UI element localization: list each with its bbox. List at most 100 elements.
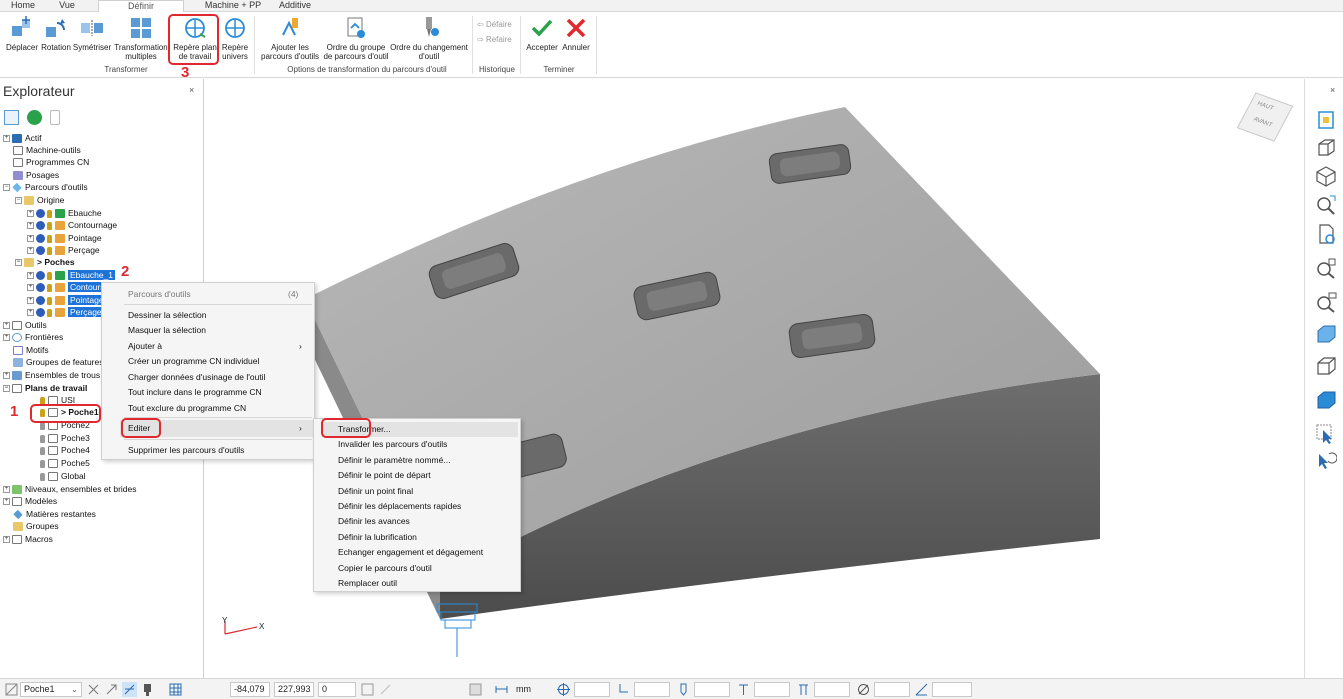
layers-icon[interactable] <box>1315 109 1337 131</box>
tree-view-icon[interactable] <box>4 110 19 125</box>
zoom-fit-icon[interactable] <box>1315 193 1337 215</box>
group-order-button[interactable]: Ordre du groupe de parcours d'outil <box>322 15 390 61</box>
tree-item-poche4[interactable]: Poche4 <box>40 445 90 457</box>
add-toolpaths-button[interactable]: Ajouter les parcours d'outils <box>258 15 322 61</box>
cancel-button[interactable]: Annuler <box>560 15 592 52</box>
tree-item-poche3[interactable]: Poche3 <box>40 433 90 445</box>
submenu-item-parametre-nomme[interactable]: Définir le paramètre nommé... <box>338 454 450 467</box>
relative-coord-icon[interactable] <box>378 682 393 697</box>
tree-item-origine[interactable]: − Origine <box>15 195 64 207</box>
menu-item-ajouter[interactable]: Ajouter à <box>128 340 162 353</box>
rotation-button[interactable]: Rotation <box>40 15 72 52</box>
stepover-field[interactable] <box>814 682 850 697</box>
tree-item-ebauche[interactable]: + Ebauche <box>27 208 102 220</box>
select-rotate-icon[interactable] <box>1315 449 1337 471</box>
stepover-icon[interactable] <box>796 682 811 697</box>
zoom-icon[interactable] <box>1315 291 1337 313</box>
tree-item-macros[interactable]: + Macros <box>3 534 53 546</box>
undo-button[interactable]: ⇦ Défaire <box>477 20 512 29</box>
coord-y-field[interactable]: 227,993 <box>274 682 314 697</box>
depth-field[interactable] <box>754 682 790 697</box>
tab-machine-pp[interactable]: Machine + PP <box>204 0 262 12</box>
submenu-item-invalider[interactable]: Invalider les parcours d'outils <box>338 438 447 451</box>
submenu-item-echanger[interactable]: Echanger engagement et dégagement <box>338 546 483 559</box>
menu-item-tout-inclure[interactable]: Tout inclure dans le programme CN <box>128 386 262 399</box>
submenu-item-avances[interactable]: Définir les avances <box>338 515 410 528</box>
tree-item-contournage[interactable]: + Contournage <box>27 220 117 232</box>
tree-item-outils[interactable]: + Outils <box>3 320 47 332</box>
tree-item-global[interactable]: Global <box>40 471 86 483</box>
right-toolbar-close-icon[interactable]: × <box>1330 85 1335 95</box>
select-arrow-icon[interactable] <box>1315 423 1337 445</box>
tree-item-plans-travail[interactable]: − Plans de travail <box>3 383 87 395</box>
menu-item-dessiner[interactable]: Dessiner la sélection <box>128 309 206 322</box>
coord-x-field[interactable]: -84,079 <box>230 682 270 697</box>
tool-field[interactable] <box>694 682 730 697</box>
thickness-field[interactable] <box>634 682 670 697</box>
tab-additive[interactable]: Additive <box>272 0 318 12</box>
tolerance-field[interactable] <box>574 682 610 697</box>
redo-button[interactable]: ⇨ Refaire <box>477 35 512 44</box>
tab-home[interactable]: Home <box>4 0 42 12</box>
tool-holder-icon[interactable] <box>140 682 155 697</box>
grid-icon[interactable] <box>168 682 183 697</box>
multi-transform-button[interactable]: Transformation multiples <box>113 15 169 61</box>
box-wireframe-icon[interactable] <box>1315 137 1337 159</box>
submenu-item-point-final[interactable]: Définir un point final <box>338 485 413 498</box>
tree-item-programmes-cn[interactable]: Programmes CN <box>13 157 89 169</box>
tree-item-parcours-outils[interactable]: − Parcours d'outils <box>3 182 88 194</box>
world-frame-button[interactable]: Repère univers <box>219 15 251 61</box>
tree-item-ensembles-trous[interactable]: + Ensembles de trous <box>3 370 100 382</box>
explorer-close-icon[interactable]: × <box>189 85 194 95</box>
coord-z-field[interactable]: 0 <box>318 682 356 697</box>
menu-item-tout-exclure[interactable]: Tout exclure du programme CN <box>128 402 246 415</box>
tree-item-posages[interactable]: Posages <box>13 170 59 182</box>
lock-coord-icon[interactable] <box>360 682 375 697</box>
iso-view-icon[interactable] <box>1315 165 1337 187</box>
solid-cube-icon[interactable] <box>1315 389 1337 411</box>
zoom-window-icon[interactable] <box>1315 257 1337 279</box>
tab-vue[interactable]: Vue <box>52 0 82 12</box>
depth-icon[interactable] <box>736 682 751 697</box>
workplane-select[interactable]: Poche1 ⌄ <box>20 682 82 697</box>
document-refresh-icon[interactable] <box>1315 223 1337 245</box>
angle-icon[interactable] <box>914 682 929 697</box>
submenu-item-deplacements-rapides[interactable]: Définir les déplacements rapides <box>338 500 461 513</box>
tool-icon[interactable] <box>676 682 691 697</box>
tree-item-matieres-restantes[interactable]: Matières restantes <box>13 509 96 521</box>
tree-item-poche5[interactable]: Poche5 <box>40 458 90 470</box>
submenu-item-remplacer-outil[interactable]: Remplacer outil <box>338 577 397 590</box>
tool-change-order-button[interactable]: Ordre du changement d'outil <box>390 15 468 61</box>
axis-tool-icon[interactable] <box>86 682 101 697</box>
mirror-button[interactable]: Symétriser <box>72 15 112 52</box>
menu-item-charger-donnees[interactable]: Charger données d'usinage de l'outil <box>128 371 265 384</box>
tree-item-poches[interactable]: − > Poches <box>15 257 75 269</box>
tab-definir[interactable]: Définir <box>98 0 184 12</box>
tree-item-groupes-features[interactable]: Groupes de features <box>13 357 104 369</box>
snap-icon[interactable] <box>104 682 119 697</box>
menu-item-creer-programme[interactable]: Créer un programme CN individuel <box>128 355 259 368</box>
tree-item-niveaux[interactable]: + Niveaux, ensembles et brides <box>3 484 137 496</box>
grid-snap-icon[interactable] <box>122 682 137 697</box>
shaded-cube-icon[interactable] <box>1315 323 1337 345</box>
submenu-item-point-depart[interactable]: Définir le point de départ <box>338 469 431 482</box>
trash-icon[interactable] <box>50 110 61 125</box>
measure-icon[interactable] <box>494 682 509 697</box>
angle-field[interactable] <box>932 682 972 697</box>
move-button[interactable]: Déplacer <box>4 15 40 52</box>
submenu-item-copier[interactable]: Copier le parcours d'outil <box>338 562 432 575</box>
menu-item-supprimer[interactable]: Supprimer les parcours d'outils <box>128 444 244 457</box>
wireframe-cube-icon[interactable] <box>1315 355 1337 377</box>
tree-item-modeles[interactable]: + Modèles <box>3 496 57 508</box>
thickness-icon[interactable] <box>616 682 631 697</box>
tree-item-motifs[interactable]: Motifs <box>13 345 49 357</box>
tree-item-pointage[interactable]: + Pointage <box>27 233 102 245</box>
diameter-icon[interactable] <box>856 682 871 697</box>
menu-item-masquer[interactable]: Masquer la sélection <box>128 324 206 337</box>
units-toggle-icon[interactable] <box>468 682 483 697</box>
tree-item-ebauche-1[interactable]: + Ebauche_1 <box>27 270 116 282</box>
globe-icon[interactable] <box>27 110 43 125</box>
tree-item-machine-outils[interactable]: Machine-outils <box>13 145 81 157</box>
tree-item-percage[interactable]: + Perçage <box>27 245 100 257</box>
tree-item-actif[interactable]: + Actif <box>3 133 42 145</box>
